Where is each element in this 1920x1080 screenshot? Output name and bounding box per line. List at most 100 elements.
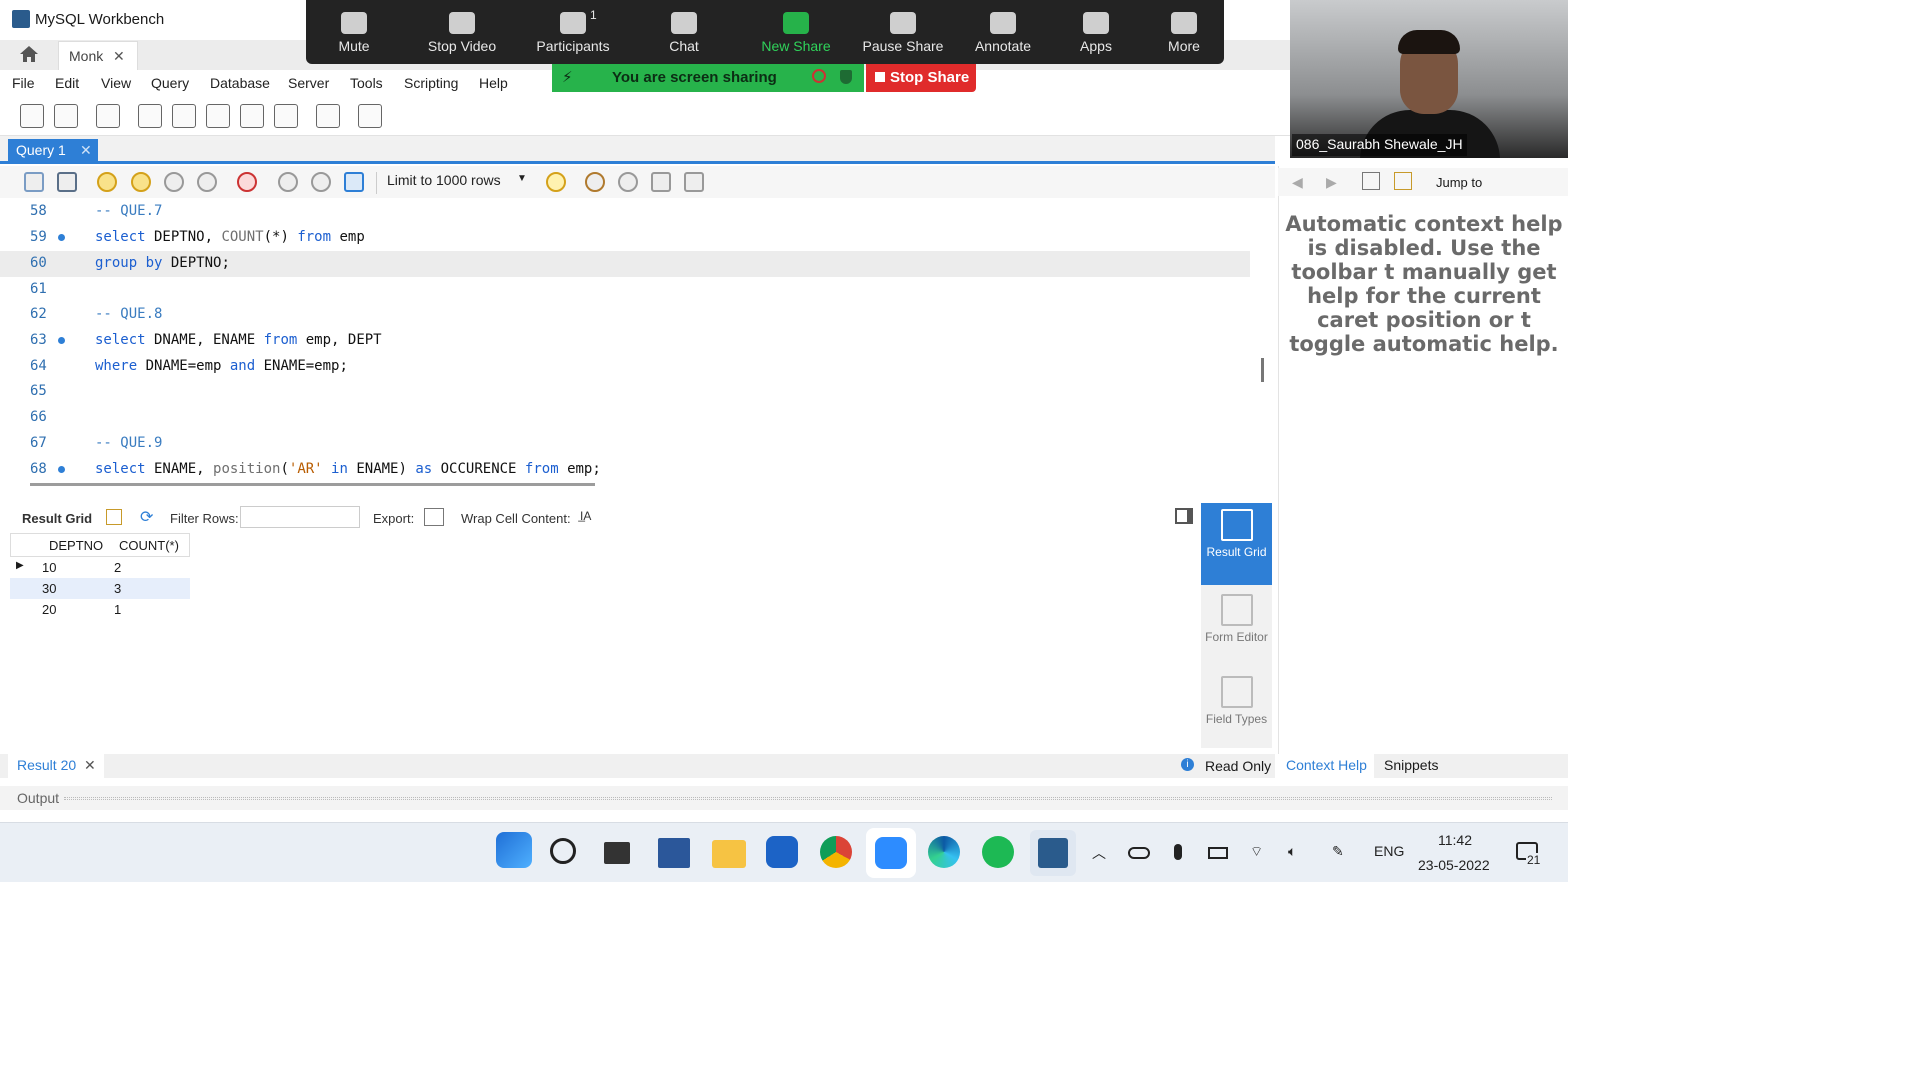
zoom-taskbar-button[interactable]	[866, 828, 916, 878]
export-icon[interactable]	[424, 508, 444, 526]
menu-view[interactable]: View	[101, 75, 131, 91]
clock-date[interactable]: 23-05-2022	[1418, 857, 1490, 873]
mute-button[interactable]: Mute	[324, 0, 384, 64]
start-windows-icon[interactable]	[496, 832, 532, 868]
output-panel-bar[interactable]: Output	[0, 786, 1568, 810]
drag-handle-icon[interactable]: ⚡	[562, 68, 573, 86]
onedrive-cloud-icon[interactable]	[1128, 847, 1150, 859]
widgets-icon[interactable]	[658, 838, 690, 868]
task-view-icon[interactable]	[604, 842, 630, 864]
close-icon[interactable]: ✕	[80, 142, 92, 159]
editor-vertical-scrollbar[interactable]	[1261, 358, 1264, 382]
inspector-icon[interactable]	[96, 104, 120, 128]
home-icon[interactable]	[18, 43, 40, 65]
mysql-workbench-taskbar-button[interactable]	[1030, 830, 1076, 876]
result-grid-button[interactable]: Result Grid	[1201, 503, 1272, 585]
chrome-icon[interactable]	[820, 836, 852, 868]
tab-snippets[interactable]: Snippets	[1384, 757, 1438, 773]
auto-help-icon[interactable]	[1394, 172, 1412, 190]
microsoft-store-icon[interactable]	[766, 836, 798, 868]
tab-context-help[interactable]: Context Help	[1278, 754, 1374, 778]
new-sql-tab-icon[interactable]	[20, 104, 44, 128]
stop-icon[interactable]	[197, 172, 217, 192]
beautify-icon[interactable]	[585, 172, 605, 192]
find-icon[interactable]	[618, 172, 638, 192]
language-indicator[interactable]: ENG	[1374, 843, 1404, 859]
editor-horizontal-scrollbar[interactable]	[30, 483, 595, 486]
clock-time[interactable]: 11:42	[1438, 832, 1472, 848]
table-row[interactable]: ▶ 10 2	[10, 557, 190, 578]
manual-help-icon[interactable]	[1362, 172, 1380, 190]
grid-view-icon[interactable]	[106, 509, 122, 525]
tab-query-1[interactable]: Query 1 ✕	[8, 139, 98, 161]
battery-icon[interactable]	[1208, 847, 1228, 859]
connection-tab-monk[interactable]: Monk ✕	[58, 41, 138, 70]
forward-arrow-icon[interactable]: ▶	[1326, 174, 1337, 191]
stop-share-button[interactable]: Stop Share	[866, 64, 976, 92]
save-icon[interactable]	[57, 172, 77, 192]
microphone-icon[interactable]	[1174, 844, 1182, 860]
invisible-chars-icon[interactable]	[651, 172, 671, 192]
cell-count[interactable]: 3	[114, 581, 121, 596]
column-header-deptno[interactable]: DEPTNO	[49, 538, 103, 553]
reconnect-icon[interactable]	[358, 104, 382, 128]
create-function-icon[interactable]	[274, 104, 298, 128]
close-icon[interactable]: ✕	[113, 48, 125, 65]
chevron-up-icon[interactable]: ︿	[1092, 843, 1106, 863]
spotify-icon[interactable]	[982, 836, 1014, 868]
stop-on-error-icon[interactable]	[237, 172, 257, 192]
cell-deptno[interactable]: 20	[42, 602, 56, 617]
menu-database[interactable]: Database	[210, 75, 270, 91]
splitter-handle[interactable]	[64, 797, 1552, 800]
menu-server[interactable]: Server	[288, 75, 329, 91]
participants-button[interactable]: Participants 1	[528, 0, 618, 64]
execute-current-icon[interactable]	[131, 172, 151, 192]
toggle-panel-icon[interactable]	[1175, 508, 1193, 524]
create-schema-icon[interactable]	[138, 104, 162, 128]
autocommit-icon[interactable]	[344, 172, 364, 192]
search-table-data-icon[interactable]	[316, 104, 340, 128]
speaker-icon[interactable]: 🔈︎	[1288, 843, 1296, 860]
execute-icon[interactable]	[97, 172, 117, 192]
jump-to-label[interactable]: Jump to	[1436, 175, 1482, 190]
create-procedure-icon[interactable]	[240, 104, 264, 128]
menu-file[interactable]: File	[12, 75, 35, 91]
sql-editor[interactable]: 58 -- QUE.7 59 select DEPTNO, COUNT(*) fro…	[0, 198, 1255, 478]
create-view-icon[interactable]	[206, 104, 230, 128]
menu-edit[interactable]: Edit	[55, 75, 79, 91]
form-editor-button[interactable]: Form Editor	[1201, 588, 1272, 666]
explain-icon[interactable]	[164, 172, 184, 192]
table-row[interactable]: 20 1	[10, 599, 190, 620]
filter-rows-input[interactable]	[240, 506, 360, 528]
commit-icon[interactable]	[278, 172, 298, 192]
wrap-lines-icon[interactable]	[684, 172, 704, 192]
open-sql-script-icon[interactable]	[54, 104, 78, 128]
chat-button[interactable]: Chat	[656, 0, 712, 64]
field-types-button[interactable]: Field Types	[1201, 670, 1272, 748]
edge-icon[interactable]	[928, 836, 960, 868]
cell-count[interactable]: 1	[114, 602, 121, 617]
pause-share-button[interactable]: Pause Share	[858, 0, 948, 64]
rollback-icon[interactable]	[311, 172, 331, 192]
cell-deptno[interactable]: 30	[42, 581, 56, 596]
new-share-button[interactable]: New Share	[754, 0, 838, 64]
tab-result-20[interactable]: Result 20 ✕	[8, 754, 104, 778]
stop-video-button[interactable]: Stop Video	[418, 0, 506, 64]
cell-deptno[interactable]: 10	[42, 560, 56, 575]
screen-sharing-banner[interactable]: ⚡ You are screen sharing	[552, 64, 864, 92]
limit-rows-select[interactable]: Limit to 1000 rows ▼	[376, 172, 528, 194]
menu-query[interactable]: Query	[151, 75, 189, 91]
annotate-button[interactable]: Annotate	[968, 0, 1038, 64]
menu-help[interactable]: Help	[479, 75, 508, 91]
column-header-count[interactable]: COUNT(*)	[119, 538, 179, 553]
close-icon[interactable]: ✕	[84, 757, 96, 774]
wrap-cell-icon[interactable]: I̲A	[580, 509, 591, 523]
menu-scripting[interactable]: Scripting	[404, 75, 458, 91]
add-snippet-star-icon[interactable]	[546, 172, 566, 192]
search-icon[interactable]	[550, 838, 576, 864]
menu-tools[interactable]: Tools	[350, 75, 383, 91]
table-row[interactable]: 30 3	[10, 578, 190, 599]
apps-button[interactable]: Apps	[1070, 0, 1122, 64]
pen-icon[interactable]: ✎	[1332, 843, 1344, 860]
back-arrow-icon[interactable]: ◀	[1292, 174, 1303, 191]
